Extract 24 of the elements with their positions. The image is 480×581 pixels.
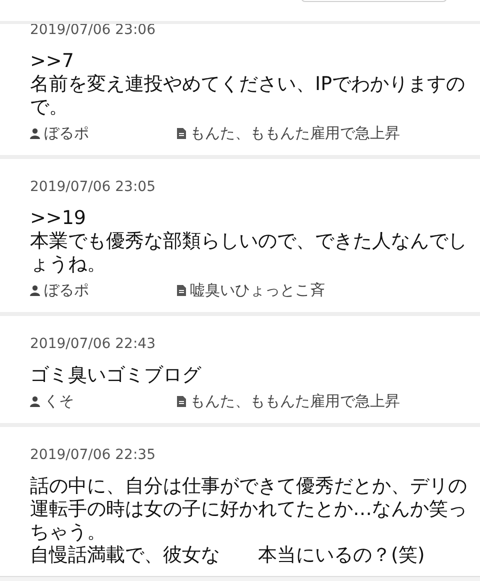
reply-link[interactable]: >>7 bbox=[30, 50, 74, 73]
reply-link[interactable]: >>19 bbox=[30, 207, 86, 230]
author-name[interactable]: ぼるポ bbox=[44, 123, 89, 143]
article-link[interactable]: もんた、ももんた雇用で急上昇 bbox=[190, 123, 400, 143]
comment-date: 2019/07/06 22:43 bbox=[30, 335, 156, 354]
comment-date: 2019/07/06 23:05 bbox=[30, 178, 156, 197]
person-icon bbox=[30, 284, 40, 296]
person-icon bbox=[30, 396, 40, 406]
comment-date: 2019/07/06 22:35 bbox=[30, 446, 156, 465]
comment-text: 名前を変え連投やめてください、IPでわかりますので。 bbox=[30, 73, 466, 119]
document-icon bbox=[177, 128, 186, 138]
comment-text: 話の中に、自分は仕事ができて優秀だとか、デリの運転手の時は女の子に好かれてたとか…なんか笑っちゃう。 bbox=[30, 475, 468, 544]
document-icon bbox=[177, 396, 186, 406]
article-link[interactable]: 嘘臭いひょっとこ斉 bbox=[190, 280, 325, 300]
comment-text: 本当にいるの？(笑) bbox=[258, 544, 425, 567]
comment-date: 2019/07/06 23:06 bbox=[30, 21, 156, 40]
author-name[interactable]: くそ bbox=[44, 391, 74, 411]
comment-text: ゴミ臭いゴミブログ bbox=[30, 364, 202, 387]
article-link[interactable]: もんた、ももんた雇用で急上昇 bbox=[190, 391, 400, 411]
person-icon bbox=[30, 128, 40, 138]
comment-text: 本業でも優秀な部類らしいので、できた人なんでしょうね。 bbox=[30, 230, 468, 276]
author-name[interactable]: ぼるポ bbox=[44, 280, 89, 300]
document-icon bbox=[177, 284, 186, 296]
comment-text: 自慢話満載で、彼女な bbox=[30, 544, 220, 567]
